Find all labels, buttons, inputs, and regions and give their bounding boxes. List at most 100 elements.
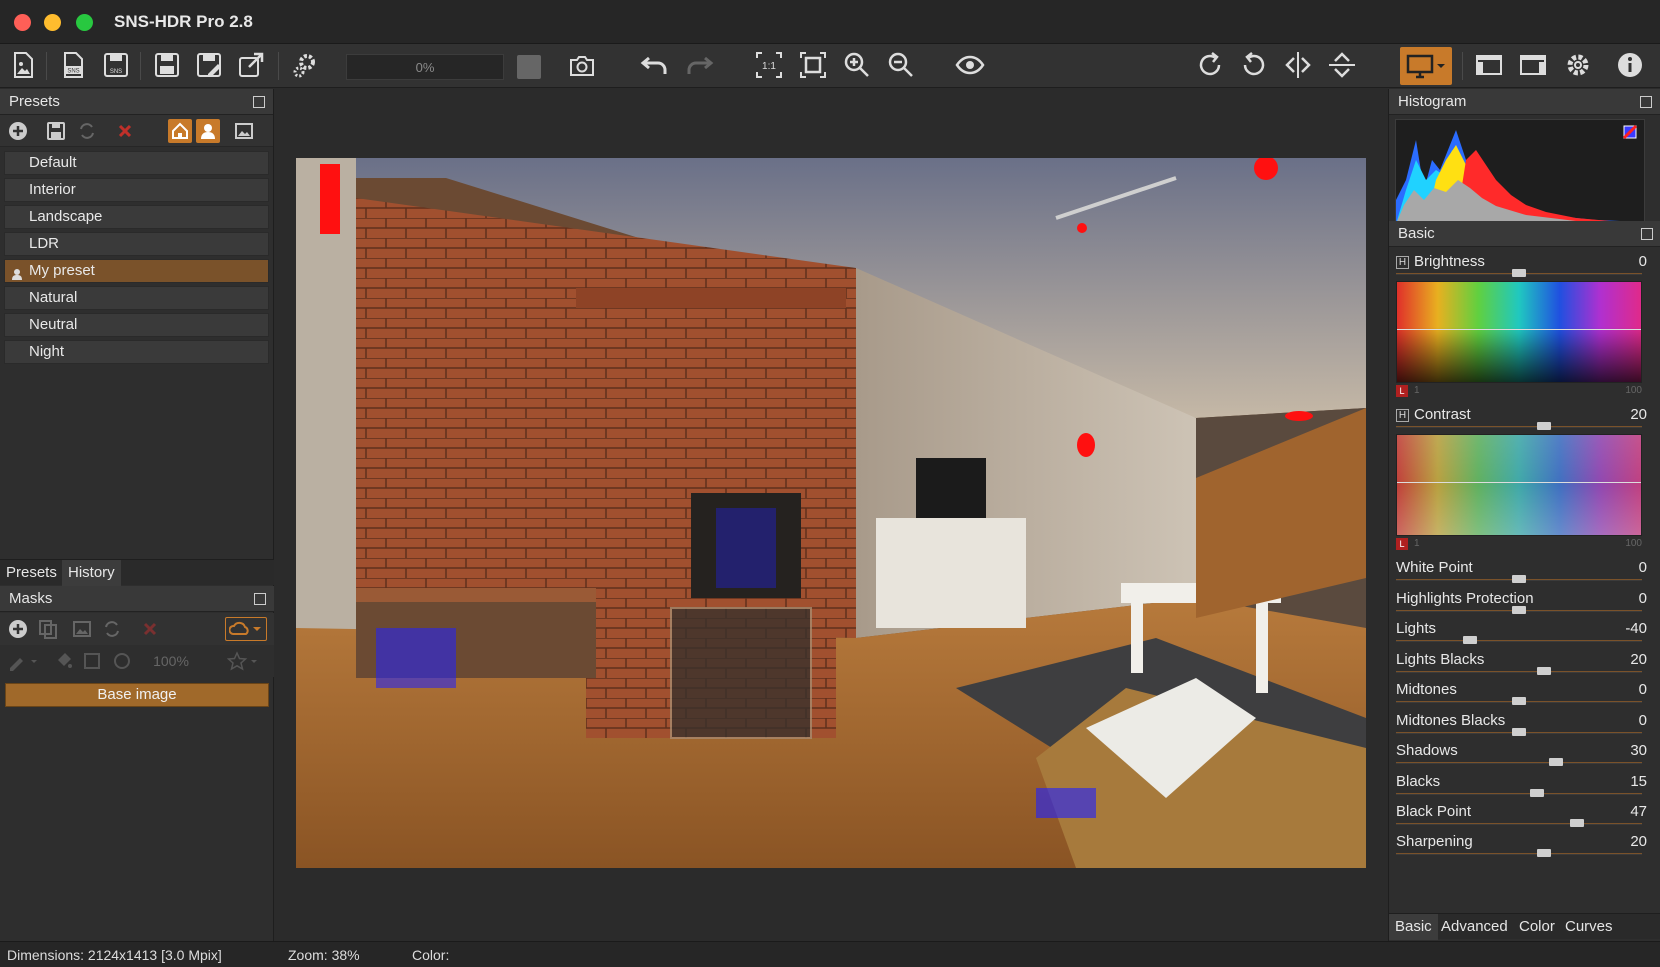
slider-handle[interactable]	[1536, 667, 1551, 675]
slider-handle[interactable]	[1512, 606, 1526, 614]
layout-1-icon[interactable]	[1472, 48, 1506, 82]
add-preset-icon[interactable]	[6, 119, 30, 143]
slider-track[interactable]	[1396, 823, 1642, 825]
slider-track[interactable]	[1396, 640, 1642, 642]
slider-handle[interactable]	[1512, 697, 1526, 705]
rotate-left-icon[interactable]	[1237, 48, 1271, 82]
slider-handle[interactable]	[1536, 422, 1551, 430]
slider-track[interactable]	[1396, 426, 1642, 428]
layout-2-icon[interactable]	[1516, 48, 1550, 82]
black-point-slider[interactable]: Black Point 47	[1389, 797, 1660, 829]
export-icon[interactable]	[234, 48, 268, 82]
slider-track[interactable]	[1396, 671, 1642, 673]
slider-handle[interactable]	[1569, 819, 1584, 827]
slider-track[interactable]	[1396, 853, 1642, 855]
preset-item-interior[interactable]: Interior	[4, 178, 269, 202]
undock-icon[interactable]	[253, 96, 265, 108]
redo-icon[interactable]	[682, 48, 716, 82]
contrast-slider[interactable]: H Contrast 20	[1389, 400, 1660, 432]
undock-icon[interactable]	[1641, 228, 1653, 240]
flip-horizontal-icon[interactable]	[1281, 48, 1315, 82]
settings-gear-icon[interactable]	[1561, 48, 1595, 82]
add-mask-icon[interactable]	[6, 617, 30, 641]
slider-track[interactable]	[1396, 762, 1642, 764]
preset-item-ldr[interactable]: LDR	[4, 232, 269, 256]
hue-mode-icon[interactable]: H	[1396, 409, 1409, 422]
undock-icon[interactable]	[1640, 96, 1652, 108]
midtones-blacks-slider[interactable]: Midtones Blacks 0	[1389, 706, 1660, 738]
delete-preset-icon[interactable]	[113, 119, 137, 143]
save-sns-as-icon[interactable]: SNS	[99, 48, 133, 82]
sharpening-slider[interactable]: Sharpening 20	[1389, 827, 1660, 859]
hue-mode-icon[interactable]: H	[1396, 256, 1409, 269]
rotate-right-icon[interactable]	[1193, 48, 1227, 82]
save-preset-icon[interactable]	[44, 119, 68, 143]
duplicate-mask-icon[interactable]	[36, 617, 60, 641]
interior-filter-home-icon[interactable]	[168, 119, 192, 143]
stop-button[interactable]	[517, 55, 541, 79]
minimize-window-button[interactable]	[44, 14, 61, 31]
preset-item-landscape[interactable]: Landscape	[4, 205, 269, 229]
tab-curves[interactable]: Curves	[1559, 914, 1619, 940]
close-window-button[interactable]	[14, 14, 31, 31]
white-point-slider[interactable]: White Point 0	[1389, 553, 1660, 585]
display-mode-button[interactable]	[1400, 47, 1452, 85]
luminance-mode-icon[interactable]: L	[1396, 385, 1408, 397]
maximize-window-button[interactable]	[76, 14, 93, 31]
lights-slider[interactable]: Lights -40	[1389, 614, 1660, 646]
tab-basic[interactable]: Basic	[1389, 914, 1438, 940]
tab-advanced[interactable]: Advanced	[1435, 914, 1514, 940]
undo-icon[interactable]	[638, 48, 672, 82]
base-image-layer[interactable]: Base image	[5, 683, 269, 707]
preset-item-night[interactable]: Night	[4, 340, 269, 364]
slider-handle[interactable]	[1548, 758, 1563, 766]
save-as-icon[interactable]	[192, 48, 226, 82]
undock-icon[interactable]	[254, 593, 266, 605]
preset-item-neutral[interactable]: Neutral	[4, 313, 269, 337]
ellipse-mask-icon[interactable]	[110, 649, 134, 673]
fit-screen-icon[interactable]	[796, 48, 830, 82]
tab-history[interactable]: History	[62, 560, 121, 586]
zoom-1-1-icon[interactable]: 1:1	[752, 48, 786, 82]
midtones-slider[interactable]: Midtones 0	[1389, 675, 1660, 707]
tab-presets[interactable]: Presets	[0, 560, 63, 586]
zoom-out-icon[interactable]	[884, 48, 918, 82]
rectangle-mask-icon[interactable]	[80, 649, 104, 673]
mask-opacity-value[interactable]: 100%	[146, 649, 196, 673]
slider-handle[interactable]	[1462, 636, 1477, 644]
slider-handle[interactable]	[1512, 728, 1526, 736]
luminance-mode-icon[interactable]: L	[1396, 538, 1408, 550]
brush-icon[interactable]	[6, 649, 42, 673]
flip-vertical-icon[interactable]	[1325, 48, 1359, 82]
save-sns-icon[interactable]: SNS	[56, 48, 90, 82]
brightness-slider[interactable]: H Brightness 0	[1389, 247, 1660, 279]
fill-bucket-icon[interactable]	[52, 649, 76, 673]
star-dropdown-icon[interactable]	[226, 649, 262, 673]
brightness-color-map[interactable]	[1396, 281, 1642, 383]
slider-handle[interactable]	[1512, 269, 1526, 277]
highlights-protection-slider[interactable]: Highlights Protection 0	[1389, 584, 1660, 616]
lights-blacks-slider[interactable]: Lights Blacks 20	[1389, 645, 1660, 677]
snapshot-icon[interactable]	[565, 48, 599, 82]
preset-item-natural[interactable]: Natural	[4, 286, 269, 310]
slider-track[interactable]	[1396, 793, 1642, 795]
shadows-slider[interactable]: Shadows 30	[1389, 736, 1660, 768]
open-image-icon[interactable]	[6, 48, 40, 82]
image-filter-icon[interactable]	[232, 119, 256, 143]
blacks-slider[interactable]: Blacks 15	[1389, 767, 1660, 799]
user-filter-icon[interactable]	[196, 119, 220, 143]
batch-settings-icon[interactable]	[288, 48, 322, 82]
slider-handle[interactable]	[1512, 575, 1526, 583]
slider-handle[interactable]	[1536, 849, 1551, 857]
image-canvas[interactable]	[275, 89, 1366, 941]
preset-item-default[interactable]: Default	[4, 151, 269, 175]
slider-handle[interactable]	[1530, 789, 1545, 797]
save-icon[interactable]	[150, 48, 184, 82]
tab-color[interactable]: Color	[1513, 914, 1561, 940]
zoom-in-icon[interactable]	[840, 48, 874, 82]
mask-shape-dropdown[interactable]	[225, 617, 267, 641]
preview-eye-icon[interactable]	[953, 48, 987, 82]
info-icon[interactable]	[1613, 48, 1647, 82]
preset-item-my-preset[interactable]: My preset	[4, 259, 269, 283]
sync-mask-icon[interactable]	[100, 617, 124, 641]
